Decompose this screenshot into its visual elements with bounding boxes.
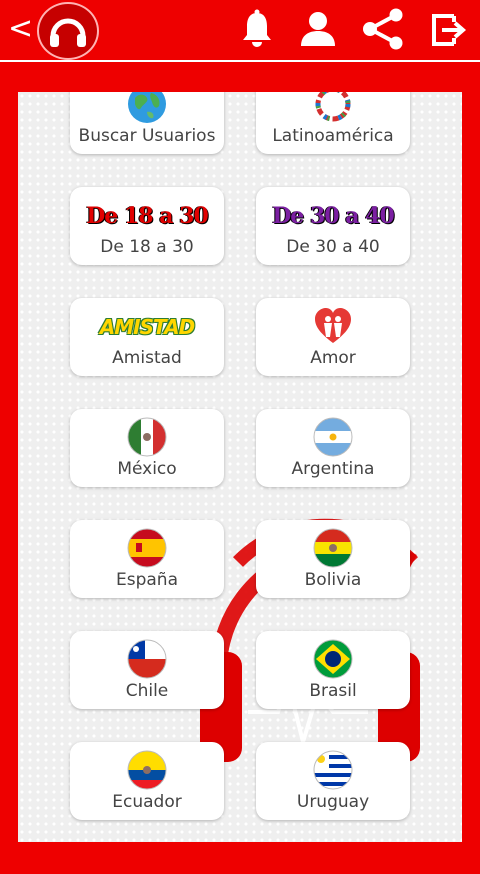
heart-couple-icon — [313, 306, 353, 346]
bolivia-flag-icon — [313, 528, 353, 568]
room-label: Brasil — [309, 681, 357, 701]
exit-icon[interactable] — [426, 8, 468, 50]
argentina-flag-icon — [313, 417, 353, 457]
room-label: Uruguay — [296, 792, 370, 812]
room-label: Amistad — [112, 348, 182, 368]
room-label: De 30 a 40 — [286, 237, 380, 257]
room-card-de-30-a-40[interactable]: De 30 a 40 De 30 a 40 — [256, 187, 410, 265]
room-card-brasil[interactable]: Brasil — [256, 631, 410, 709]
room-card-ecuador[interactable]: Ecuador — [70, 742, 224, 820]
room-card-argentina[interactable]: Argentina — [256, 409, 410, 487]
room-card-mexico[interactable]: México — [70, 409, 224, 487]
share-icon[interactable] — [360, 8, 403, 50]
room-label: Bolivia — [304, 570, 362, 590]
room-label: Argentina — [291, 459, 375, 479]
top-bar: < — [0, 0, 480, 62]
amistad-banner: AMISTAD — [99, 315, 195, 339]
rooms-panel: Buscar Usuarios Latinoamérica De 18 a 30… — [18, 92, 462, 842]
ecuador-flag-icon — [127, 750, 167, 790]
room-label: España — [116, 570, 178, 590]
room-card-uruguay[interactable]: Uruguay — [256, 742, 410, 820]
room-card-latinoamerica[interactable]: Latinoamérica — [256, 92, 410, 154]
room-label: Buscar Usuarios — [78, 126, 216, 146]
flags-wreath-icon — [313, 92, 353, 124]
age-banner-18-30: De 18 a 30 — [86, 203, 209, 229]
room-card-amistad[interactable]: AMISTAD Amistad — [70, 298, 224, 376]
room-card-de-18-a-30[interactable]: De 18 a 30 De 18 a 30 — [70, 187, 224, 265]
globe-icon — [127, 92, 167, 124]
headphones-logo-icon[interactable] — [37, 2, 99, 60]
room-label: Latinoamérica — [272, 126, 394, 146]
room-label: Chile — [125, 681, 169, 701]
uruguay-flag-icon — [313, 750, 353, 790]
room-label: Amor — [310, 348, 356, 368]
mexico-flag-icon — [127, 417, 167, 457]
room-card-bolivia[interactable]: Bolivia — [256, 520, 410, 598]
chevron-left-icon[interactable]: < — [8, 12, 33, 46]
room-card-buscar-usuarios[interactable]: Buscar Usuarios — [70, 92, 224, 154]
bell-icon[interactable] — [236, 8, 278, 50]
age-banner-30-40: De 30 a 40 — [272, 203, 395, 229]
chile-flag-icon — [127, 639, 167, 679]
user-icon[interactable] — [297, 8, 339, 50]
room-label: México — [117, 459, 177, 479]
room-card-chile[interactable]: Chile — [70, 631, 224, 709]
room-label: De 18 a 30 — [100, 237, 194, 257]
brazil-flag-icon — [313, 639, 353, 679]
room-label: Ecuador — [112, 792, 182, 812]
room-card-amor[interactable]: Amor — [256, 298, 410, 376]
room-card-espana[interactable]: España — [70, 520, 224, 598]
spain-flag-icon — [127, 528, 167, 568]
